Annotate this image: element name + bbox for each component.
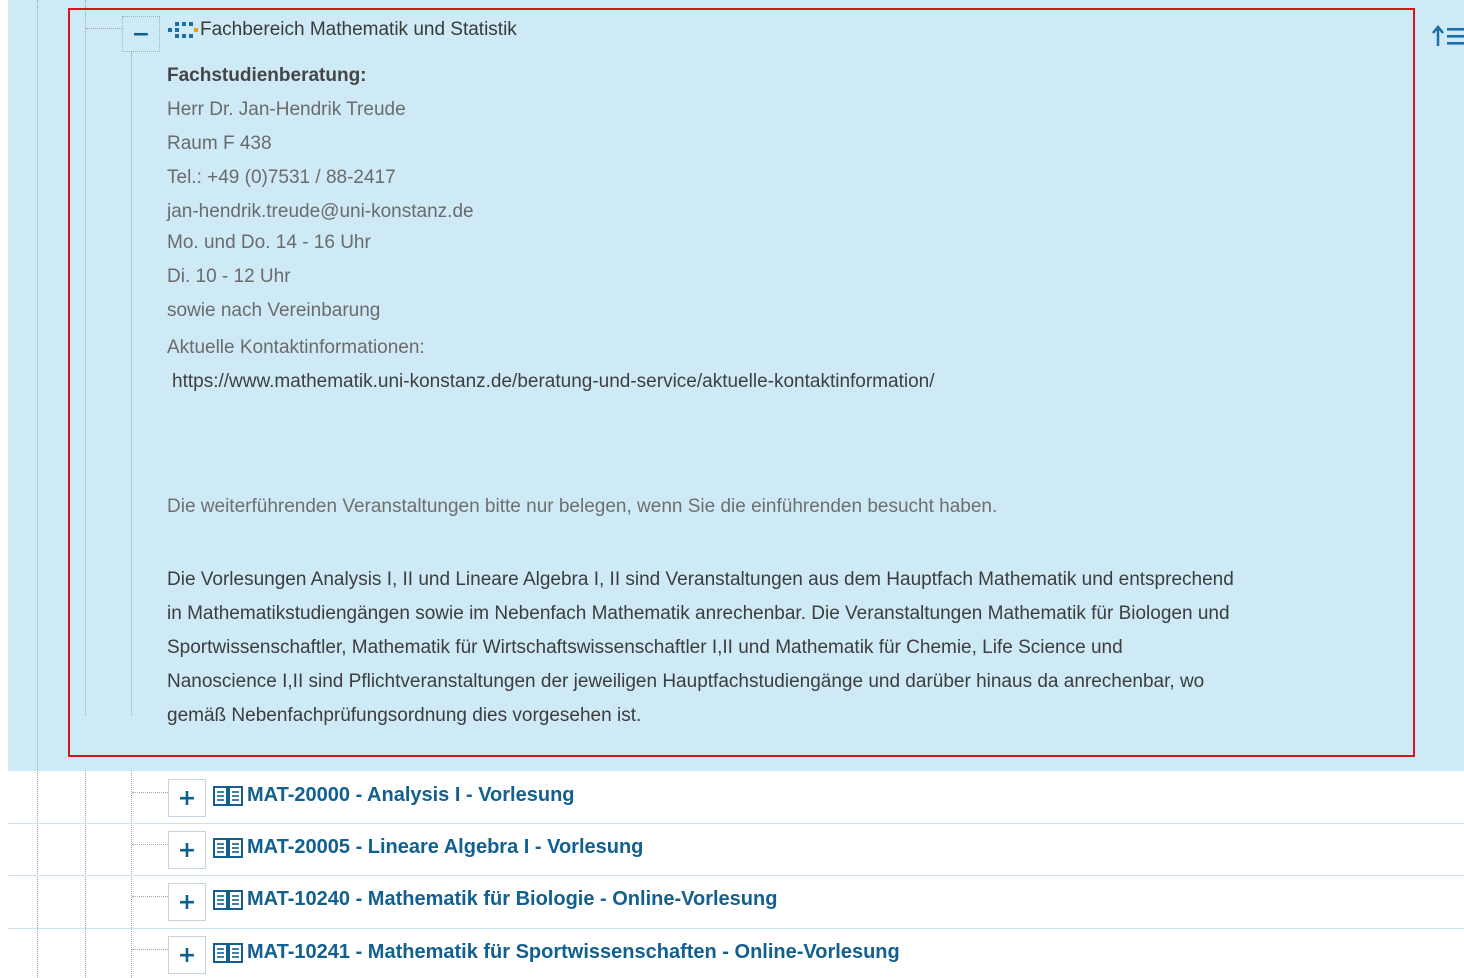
row-divider [8,928,1464,929]
contact-info-label: Aktuelle Kontaktinformationen: [167,337,425,358]
tree-guide-line [132,949,168,950]
row-divider [8,875,1464,876]
course-link[interactable]: MAT-20005 - Lineare Algebra I - Vorlesun… [213,836,643,859]
contact-email[interactable]: jan-hendrik.treude@uni-konstanz.de [167,201,474,223]
description-line: Die Vorlesungen Analysis I, II und Linea… [167,569,1234,590]
office-hours-appointment: sowie nach Vereinbarung [167,300,381,321]
tree-guide-line [132,792,168,793]
expand-course-button[interactable]: + [168,831,206,869]
course-title: MAT-20000 - Analysis I - Vorlesung [247,784,575,806]
tree-guide-line [132,844,168,845]
description-line: Sportwissenschaftler, Mathematik für Wir… [167,637,1123,658]
description-paragraph: Die Vorlesungen Analysis I, II und Linea… [167,563,1332,733]
tree-guide-line [37,0,38,978]
contact-room: Raum F 438 [167,133,272,154]
expand-course-button[interactable]: + [168,779,206,817]
office-hours-mon-thu: Mo. und Do. 14 - 16 Uhr [167,232,371,253]
book-icon [213,837,243,858]
description-line: gemäß Nebenfachprüfungsordnung dies vorg… [167,705,642,726]
course-title: MAT-20005 - Lineare Algebra I - Vorlesun… [247,836,644,858]
course-title: MAT-10241 - Mathematik für Sportwissensc… [247,941,900,963]
expand-course-button[interactable]: + [168,936,206,974]
course-link[interactable]: MAT-20000 - Analysis I - Vorlesung [213,784,575,807]
contact-info-link[interactable]: https://www.mathematik.uni-konstanz.de/b… [172,371,935,393]
sort-up-icon[interactable] [1432,24,1464,50]
course-link[interactable]: MAT-10241 - Mathematik für Sportwissensc… [213,941,900,964]
department-name: Fachbereich Mathematik und Statistik [200,19,517,40]
contact-phone: Tel.: +49 (0)7531 / 88-2417 [167,167,396,188]
course-tree: − Fachbereich Mathematik und Statistik F… [0,0,1464,978]
course-title: MAT-10240 - Mathematik für Biologie - On… [247,888,778,910]
course-link[interactable]: MAT-10240 - Mathematik für Biologie - On… [213,888,777,911]
counseling-heading: Fachstudienberatung: [167,65,367,86]
tree-guide-line [132,896,168,897]
prerequisite-note: Die weiterführenden Veranstaltungen bitt… [167,496,998,517]
book-icon [213,942,243,963]
collapse-node-button[interactable]: − [122,16,160,52]
office-hours-tue: Di. 10 - 12 Uhr [167,266,291,287]
book-icon [213,889,243,910]
department-node-title[interactable]: Fachbereich Mathematik und Statistik [168,19,517,41]
description-line: in Mathematikstudiengängen sowie im Nebe… [167,603,1230,624]
contact-name: Herr Dr. Jan-Hendrik Treude [167,99,406,120]
expand-course-button[interactable]: + [168,883,206,921]
book-icon [213,785,243,806]
row-divider [8,823,1464,824]
org-unit-icon [168,22,198,38]
description-line: Nanoscience I,II sind Pflichtveranstaltu… [167,671,1205,692]
